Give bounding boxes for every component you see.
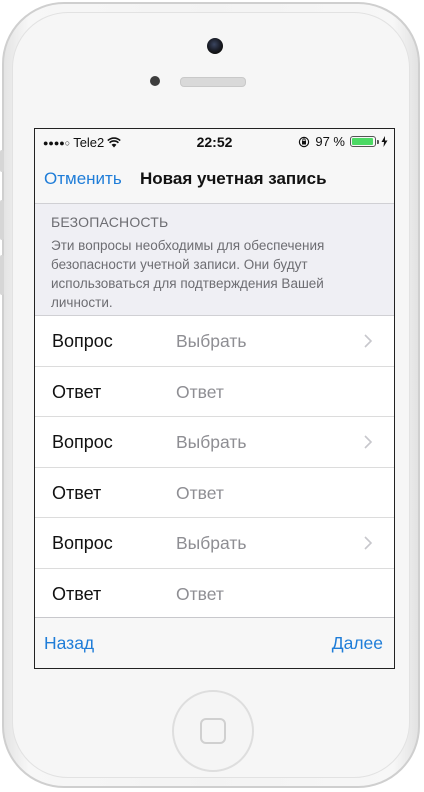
bottom-toolbar: Назад Далее [35,617,394,668]
chevron-right-icon [364,435,373,449]
front-camera [207,38,223,54]
mute-switch [0,150,4,172]
row-label: Вопрос [52,533,113,553]
status-bar: ●●●●○ Tele2 22:52 97 % [35,129,394,155]
question-select-value: Выбрать [176,432,247,452]
section-header: БЕЗОПАСНОСТЬ [51,214,169,230]
status-right: 97 % [298,134,388,149]
battery-percent: 97 % [315,134,345,149]
section-description: Эти вопросы необходимы для обеспечения б… [51,238,325,310]
security-form: Вопрос Выбрать Ответ Ответ Вопрос Выбрат… [35,316,394,619]
row-label: Вопрос [52,331,113,351]
battery-icon [350,136,379,147]
orientation-lock-icon [299,136,310,147]
earpiece-speaker [180,77,246,87]
next-button[interactable]: Далее [332,633,383,654]
security-question-row-1[interactable]: Вопрос Выбрать [35,316,394,367]
home-button-square-icon [200,718,226,744]
screen: ●●●●○ Tele2 22:52 97 % Отменить Новая уч… [34,128,395,669]
row-label: Ответ [52,381,102,402]
charging-bolt-icon [381,136,388,147]
security-answer-row-3[interactable]: Ответ Ответ [35,569,394,619]
chevron-right-icon [364,536,373,550]
chevron-right-icon [364,334,373,348]
home-button[interactable] [172,690,254,772]
battery-fill [352,138,374,145]
answer-input-placeholder[interactable]: Ответ [176,382,224,403]
navigation-bar: Отменить Новая учетная запись [35,155,394,199]
page-title: Новая учетная запись [140,169,327,188]
question-select-value: Выбрать [176,331,247,351]
security-question-row-3[interactable]: Вопрос Выбрать [35,518,394,569]
row-label: Вопрос [52,432,113,452]
security-question-row-2[interactable]: Вопрос Выбрать [35,417,394,468]
question-select-value: Выбрать [176,533,247,553]
security-answer-row-1[interactable]: Ответ Ответ [35,367,394,417]
cancel-button[interactable]: Отменить [44,169,122,189]
back-button[interactable]: Назад [44,633,94,654]
answer-input-placeholder[interactable]: Ответ [176,483,224,504]
volume-down-button [0,255,4,295]
volume-up-button [0,200,4,240]
answer-input-placeholder[interactable]: Ответ [176,584,224,605]
battery-tip [377,140,379,144]
security-answer-row-2[interactable]: Ответ Ответ [35,468,394,518]
row-label: Ответ [52,482,102,503]
proximity-sensor [150,76,160,86]
security-section: БЕЗОПАСНОСТЬ Эти вопросы необходимы для … [35,203,394,316]
row-label: Ответ [52,583,102,604]
